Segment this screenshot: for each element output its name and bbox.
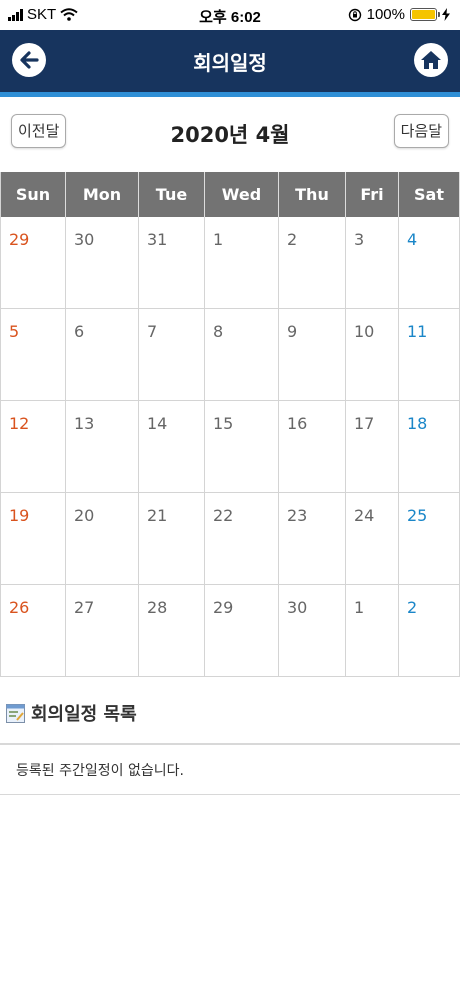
- calendar-day[interactable]: 25: [399, 493, 460, 584]
- calendar-week: 12 13 14 15 16 17 18: [0, 401, 460, 493]
- calendar-day[interactable]: 12: [0, 401, 66, 492]
- divider: [0, 743, 460, 745]
- schedule-list-section: 회의일정 목록 등록된 주간일정이 없습니다.: [0, 698, 460, 795]
- calendar-day[interactable]: 2: [279, 217, 346, 308]
- home-button[interactable]: [414, 43, 448, 77]
- calendar-day[interactable]: 3: [346, 217, 399, 308]
- calendar-day[interactable]: 17: [346, 401, 399, 492]
- calendar-day[interactable]: 2: [399, 585, 460, 676]
- weekday-fri: Fri: [346, 172, 399, 217]
- empty-message: 등록된 주간일정이 없습니다.: [16, 763, 184, 779]
- calendar-day[interactable]: 13: [66, 401, 139, 492]
- calendar-day[interactable]: 30: [66, 217, 139, 308]
- calendar-day[interactable]: 6: [66, 309, 139, 400]
- weekday-thu: Thu: [279, 172, 346, 217]
- battery-icon: [410, 8, 440, 21]
- weekday-sun: Sun: [0, 172, 66, 217]
- status-bar: SKT 오후 6:02 100%: [0, 0, 460, 30]
- status-right: 100%: [348, 6, 450, 23]
- calendar-day[interactable]: 9: [279, 309, 346, 400]
- next-month-button[interactable]: 다음달: [393, 114, 449, 148]
- calendar-day[interactable]: 14: [139, 401, 205, 492]
- calendar-day[interactable]: 15: [205, 401, 279, 492]
- calendar-day[interactable]: 1: [346, 585, 399, 676]
- calendar-day[interactable]: 21: [139, 493, 205, 584]
- calendar-day[interactable]: 1: [205, 217, 279, 308]
- calendar-day[interactable]: 5: [0, 309, 66, 400]
- calendar-day[interactable]: 31: [139, 217, 205, 308]
- weekday-tue: Tue: [139, 172, 205, 217]
- schedule-list-title: 회의일정 목록: [31, 704, 137, 725]
- calendar-day[interactable]: 18: [399, 401, 460, 492]
- calendar-day[interactable]: 29: [0, 217, 66, 308]
- calendar-week: 5 6 7 8 9 10 11: [0, 309, 460, 401]
- weekday-header: Sun Mon Tue Wed Thu Fri Sat: [0, 172, 460, 217]
- calendar-list-icon: [6, 703, 25, 723]
- page-title: 회의일정: [193, 51, 267, 75]
- orientation-lock-icon: [348, 8, 361, 21]
- weekday-mon: Mon: [66, 172, 139, 217]
- month-title: 2020년 4월: [170, 123, 290, 147]
- charging-icon: [442, 8, 450, 21]
- calendar-day[interactable]: 8: [205, 309, 279, 400]
- app-header: 회의일정: [0, 30, 460, 97]
- home-icon: [421, 51, 441, 69]
- calendar-day[interactable]: 26: [0, 585, 66, 676]
- calendar-day[interactable]: 16: [279, 401, 346, 492]
- month-navigation: 이전달 2020년 4월 다음달: [0, 97, 460, 172]
- calendar-day[interactable]: 30: [279, 585, 346, 676]
- calendar-week: 26 27 28 29 30 1 2: [0, 585, 460, 677]
- calendar-day[interactable]: 4: [399, 217, 460, 308]
- calendar-day[interactable]: 10: [346, 309, 399, 400]
- calendar-day[interactable]: 7: [139, 309, 205, 400]
- calendar-day[interactable]: 11: [399, 309, 460, 400]
- divider: [0, 794, 460, 795]
- weekday-wed: Wed: [205, 172, 279, 217]
- weekday-sat: Sat: [399, 172, 460, 217]
- calendar-day[interactable]: 20: [66, 493, 139, 584]
- schedule-list-header: 회의일정 목록: [0, 698, 460, 728]
- calendar-day[interactable]: 29: [205, 585, 279, 676]
- calendar-day[interactable]: 28: [139, 585, 205, 676]
- calendar-day[interactable]: 23: [279, 493, 346, 584]
- calendar: Sun Mon Tue Wed Thu Fri Sat 29 30 31 1 2…: [0, 172, 460, 677]
- battery-percent: 100%: [366, 6, 405, 23]
- calendar-day[interactable]: 22: [205, 493, 279, 584]
- calendar-day[interactable]: 19: [0, 493, 66, 584]
- calendar-week: 29 30 31 1 2 3 4: [0, 217, 460, 309]
- calendar-day[interactable]: 27: [66, 585, 139, 676]
- calendar-day[interactable]: 24: [346, 493, 399, 584]
- calendar-week: 19 20 21 22 23 24 25: [0, 493, 460, 585]
